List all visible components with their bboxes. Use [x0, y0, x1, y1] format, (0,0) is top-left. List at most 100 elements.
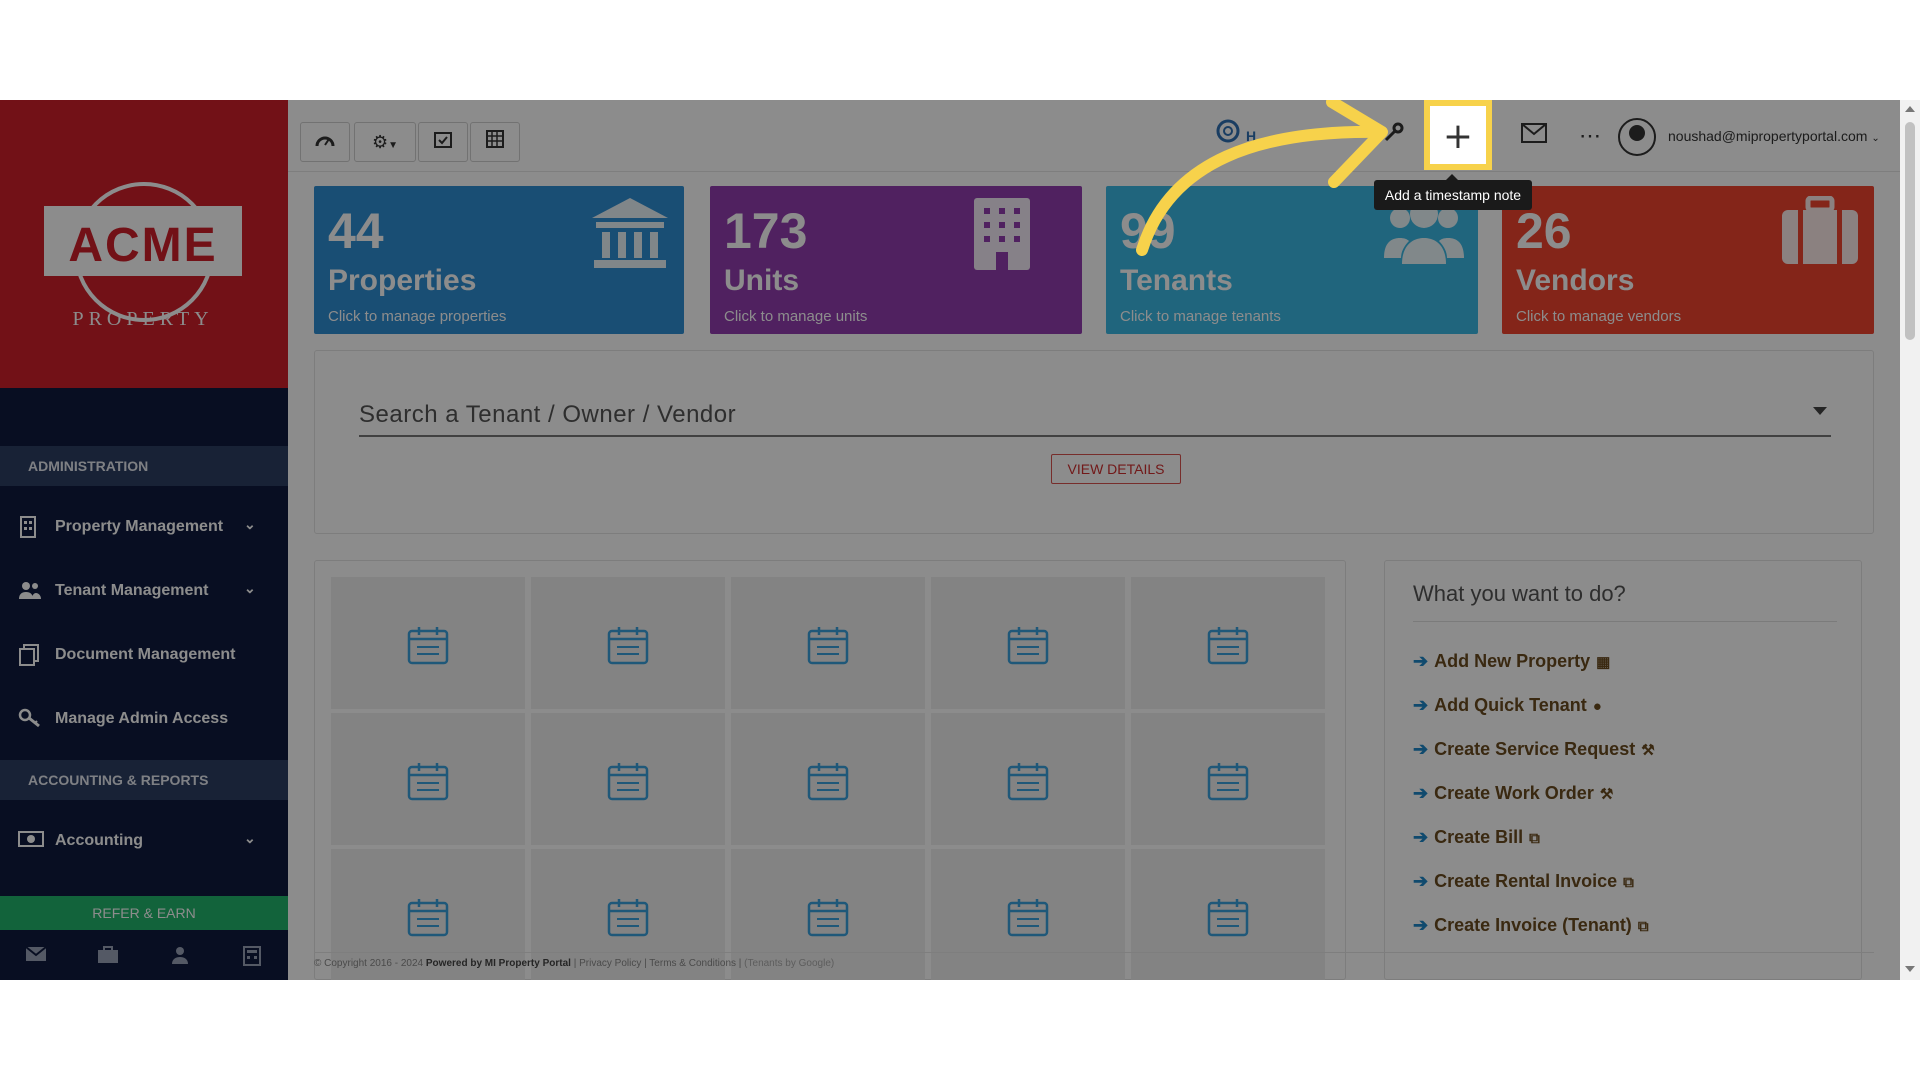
calendar-icon: [607, 625, 649, 665]
arrow-right-icon: ➔: [1413, 651, 1429, 671]
sidebar-item-label: Tenant Management: [55, 582, 209, 599]
dropdown-caret-icon[interactable]: [1813, 407, 1827, 415]
sidebar-item-label: Document Management: [55, 646, 236, 663]
calendar-icon: [1007, 897, 1049, 937]
action-create-invoice-tenant[interactable]: ➔ Create Invoice (Tenant) ⧉: [1413, 915, 1649, 936]
search-panel: Search a Tenant / Owner / Vendor VIEW DE…: [314, 350, 1874, 534]
search-input[interactable]: Search a Tenant / Owner / Vendor: [359, 401, 736, 429]
more-icon[interactable]: ⋯: [1572, 118, 1608, 154]
action-create-bill[interactable]: ➔ Create Bill ⧉: [1413, 827, 1540, 848]
sidebar-item-property-management[interactable]: Property Management ⌄: [0, 498, 288, 554]
building-icon: [18, 516, 40, 538]
copy-icon: ⧉: [1637, 918, 1649, 935]
view-details-button[interactable]: VIEW DETAILS: [1051, 454, 1181, 484]
stat-card-vendors[interactable]: 26 Vendors Click to manage vendors: [1502, 186, 1874, 334]
documents-icon: [18, 644, 40, 666]
scroll-up-icon[interactable]: [1905, 106, 1915, 112]
action-label: Add Quick Tenant: [1434, 695, 1587, 715]
sidebar-item-accounting[interactable]: Accounting ⌄: [0, 812, 288, 868]
panel-title: What you want to do?: [1413, 581, 1626, 606]
stat-number: 26: [1516, 203, 1572, 259]
quick-tile[interactable]: [1131, 713, 1325, 845]
logo-area[interactable]: ACME PROPERTY: [0, 100, 288, 388]
user-email-menu[interactable]: noushad@mipropertyportal.com ⌄: [1668, 128, 1880, 144]
section-header-administration: ADMINISTRATION: [0, 446, 288, 486]
caret-down-icon: ▼: [388, 140, 399, 151]
quick-tile[interactable]: [731, 713, 925, 845]
scroll-down-icon[interactable]: [1905, 966, 1915, 972]
quick-tile[interactable]: [531, 577, 725, 709]
settings-dropdown-button[interactable]: ⚙▼: [354, 122, 416, 162]
arrow-right-icon: ➔: [1413, 915, 1429, 935]
sidebar-item-label: Accounting: [55, 832, 143, 849]
add-timestamp-note-button[interactable]: +: [1424, 100, 1492, 170]
chevron-down-icon: ⌄: [1871, 133, 1880, 144]
refer-earn-button[interactable]: REFER & EARN: [0, 896, 288, 930]
footer-links[interactable]: | Privacy Policy | Terms & Conditions |: [574, 958, 742, 969]
bank-icon: [590, 196, 670, 272]
briefcase-icon[interactable]: [96, 946, 120, 968]
calendar-icon: [1207, 897, 1249, 937]
sidebar-item-manage-admin-access[interactable]: Manage Admin Access: [0, 690, 288, 746]
quick-tile[interactable]: [331, 713, 525, 845]
key-icon: [18, 708, 40, 728]
calendar-icon: [407, 897, 449, 937]
quick-tile[interactable]: [331, 577, 525, 709]
action-create-rental-invoice[interactable]: ➔ Create Rental Invoice ⧉: [1413, 871, 1634, 892]
avatar[interactable]: [1618, 118, 1656, 156]
search-underline: [359, 435, 1831, 437]
copy-icon: ⧉: [1529, 830, 1540, 847]
quick-actions-panel: What you want to do? ➔ Add New Property ▦ …: [1384, 560, 1862, 980]
dashboard-icon: [315, 132, 335, 152]
page-scrollbar[interactable]: [1900, 100, 1920, 980]
user-icon[interactable]: [168, 946, 192, 968]
sidebar: ACME PROPERTY ADMINISTRATION Property Ma…: [0, 100, 288, 980]
quick-tile[interactable]: [531, 713, 725, 845]
quick-tile[interactable]: [731, 577, 925, 709]
stat-subtitle: Click to manage vendors: [1516, 308, 1682, 325]
calculator-icon[interactable]: [240, 946, 264, 968]
sidebar-item-tenant-management[interactable]: Tenant Management ⌄: [0, 562, 288, 618]
plus-icon: +: [1442, 116, 1474, 157]
sidebar-item-document-management[interactable]: Document Management: [0, 626, 288, 682]
chevron-down-icon: ⌄: [244, 516, 256, 532]
sidebar-bottom-bar: [0, 936, 288, 980]
quick-tile[interactable]: [931, 713, 1125, 845]
stat-card-properties[interactable]: 44 Properties Click to manage properties: [314, 186, 684, 334]
calendar-icon: [407, 625, 449, 665]
sidebar-item-label: Property Management: [55, 518, 224, 535]
calculator-button[interactable]: [470, 122, 520, 162]
quick-tile[interactable]: [1131, 849, 1325, 980]
quick-tile[interactable]: [1131, 577, 1325, 709]
user-icon: ●: [1592, 698, 1602, 715]
copy-icon: ⧉: [1623, 874, 1634, 891]
stat-card-units[interactable]: 173 Units Click to manage units: [710, 186, 1082, 334]
arrow-right-icon: ➔: [1413, 827, 1429, 847]
top-toolbar: ⚙▼ H ⋯ noushad@mipropertyportal.com ⌄: [288, 100, 1900, 172]
dashboard-button[interactable]: [300, 122, 350, 162]
wrench-icon: ⚒: [1641, 742, 1655, 759]
stat-name: Vendors: [1516, 264, 1635, 297]
logo-subtitle: PROPERTY: [72, 308, 214, 330]
office-building-icon: [972, 196, 1052, 272]
action-label: Create Rental Invoice: [1434, 871, 1618, 891]
mail-icon[interactable]: [1516, 118, 1552, 154]
calendar-icon: [607, 761, 649, 801]
footer-powered-link[interactable]: Powered by MI Property Portal: [426, 958, 571, 969]
calendar-button[interactable]: [418, 122, 468, 162]
action-add-new-property[interactable]: ➔ Add New Property ▦: [1413, 651, 1610, 672]
quick-tile[interactable]: [931, 849, 1125, 980]
app-window: ACME PROPERTY ADMINISTRATION Property Ma…: [0, 100, 1920, 980]
stat-number: 173: [724, 203, 808, 259]
scroll-thumb[interactable]: [1905, 122, 1915, 340]
action-create-work-order[interactable]: ➔ Create Work Order ⚒: [1413, 783, 1613, 804]
stat-subtitle: Click to manage units: [724, 308, 868, 325]
stat-subtitle: Click to manage tenants: [1120, 308, 1281, 325]
calendar-icon: [807, 761, 849, 801]
action-add-quick-tenant[interactable]: ➔ Add Quick Tenant ●: [1413, 695, 1602, 716]
section-header-accounting-reports: ACCOUNTING & REPORTS: [0, 760, 288, 800]
mail-icon[interactable]: [24, 946, 48, 968]
quick-tile[interactable]: [931, 577, 1125, 709]
action-create-service-request[interactable]: ➔ Create Service Request ⚒: [1413, 739, 1655, 760]
calendar-icon: [1207, 625, 1249, 665]
